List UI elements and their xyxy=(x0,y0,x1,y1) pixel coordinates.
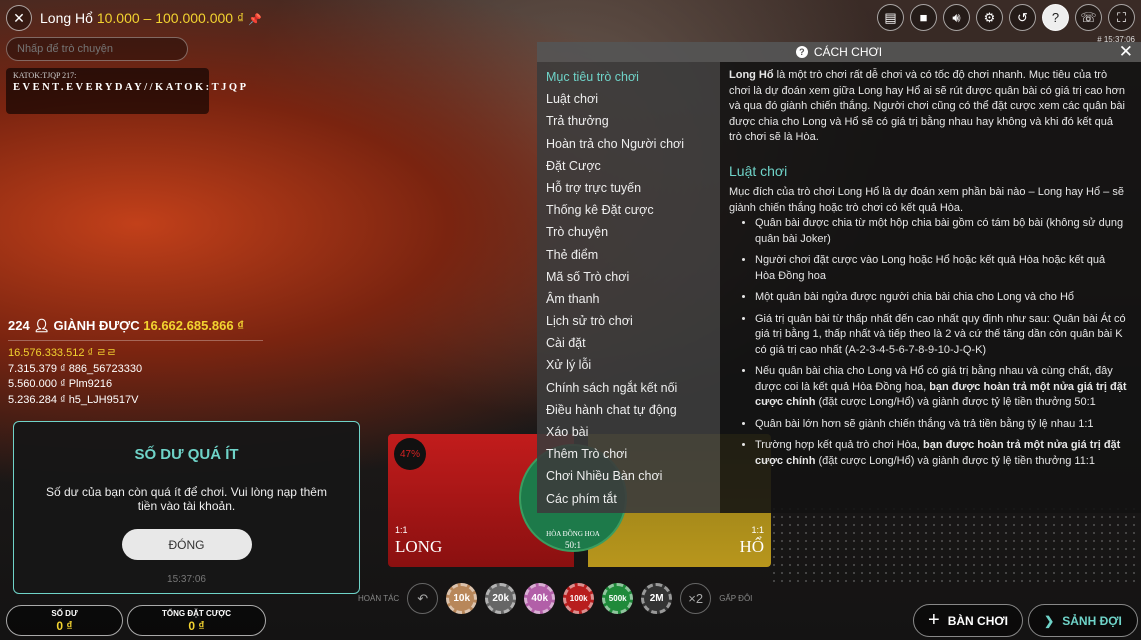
help-header: ? CÁCH CHƠI ✕ xyxy=(537,42,1141,62)
help-icon[interactable]: ? xyxy=(1042,4,1069,31)
chip[interactable]: 10k xyxy=(446,583,478,614)
rules-list: Quân bài được chia từ một hộp chia bài g… xyxy=(755,216,1127,469)
top-bar: ✕ Long Hổ 10.000 – 100.000.000 ₫ 📌 xyxy=(0,0,262,36)
video-icon[interactable]: ■ xyxy=(910,4,937,31)
roadmap xyxy=(770,505,1141,587)
close-game-button[interactable]: ✕ xyxy=(6,5,32,31)
help-menu-item[interactable]: Chính sách ngắt kết nối xyxy=(546,377,720,399)
chat-message: KATOK:TJQP 217: EVENT.EVERYDAY//KATOK:TJ… xyxy=(6,68,246,114)
game-title: Long Hổ 10.000 – 100.000.000 ₫ 📌 xyxy=(40,10,262,26)
chip-tray: HOÀN TÁC ↶ 10k 20k 40k 100k 500k 2M ×2 G… xyxy=(358,583,752,614)
bet-limits: 10.000 – 100.000.000 ₫ xyxy=(96,10,245,26)
help-menu-item[interactable]: Trả thưởng xyxy=(546,110,720,132)
winner-item: 16.576.333.512 ₫ ㄹㄹ xyxy=(8,347,117,359)
fullscreen-icon[interactable]: ⛶ xyxy=(1108,4,1135,31)
help-menu-item[interactable]: Thêm Trò chơi xyxy=(546,443,720,465)
user-icon: 👤︎ xyxy=(33,318,50,333)
help-menu-item[interactable]: Lịch sử trò chơi xyxy=(546,310,720,332)
double-button[interactable]: ×2 xyxy=(680,583,712,614)
toolbar: ▤ ■ 🔊︎ ⚙ ↺ ? ☏ ⛶ xyxy=(877,4,1135,31)
help-menu-item[interactable]: Trò chuyện xyxy=(546,221,720,243)
close-icon: ✕ xyxy=(13,9,25,26)
help-menu-item[interactable]: Xử lý lỗi xyxy=(546,354,720,376)
help-menu-item[interactable]: Điều hành chat tự động xyxy=(546,399,720,421)
low-balance-dialog: SỐ DƯ QUÁ ÍT Số dư của bạn còn quá ít để… xyxy=(13,421,360,594)
pin-icon[interactable]: 📌 xyxy=(248,14,262,26)
undo-button[interactable]: ↶ xyxy=(407,583,439,614)
dialog-time: 15:37:06 xyxy=(167,574,206,585)
tables-button[interactable]: + BÀN CHƠI xyxy=(913,604,1023,637)
long-percent: 47% xyxy=(394,438,426,470)
winners-panel: 224 👤︎ GIÀNH ĐƯỢC 16.662.685.866 ₫ 16.57… xyxy=(8,318,263,408)
help-menu-item[interactable]: Mã số Trò chơi xyxy=(546,266,720,288)
winner-item: 7.315.379 ₫ 886_56723330 xyxy=(8,362,143,375)
help-menu-item[interactable]: Hoàn trả cho Người chơi xyxy=(546,133,720,155)
dialog-message: Số dư của bạn còn quá ít để chơi. Vui lò… xyxy=(46,485,327,513)
winner-item: 5.236.284 ₫ h5_LJH9517V xyxy=(8,393,139,406)
chip[interactable]: 2M xyxy=(641,583,673,614)
lobby-icon: ❯ xyxy=(1044,613,1055,628)
chip[interactable]: 500k xyxy=(602,583,634,614)
help-menu-item[interactable]: Xáo bài xyxy=(546,421,720,443)
help-menu-item[interactable]: Các phím tắt xyxy=(546,488,720,510)
help-menu-item[interactable]: Cài đặt xyxy=(546,332,720,354)
help-menu-item[interactable]: Luật chơi xyxy=(546,88,720,110)
lobby-button[interactable]: ❯ SẢNH ĐỢI xyxy=(1028,604,1138,637)
help-menu: Mục tiêu trò chơi Luật chơi Trả thưởng Hoàn… xyxy=(537,62,720,513)
chat-icon[interactable]: ▤ xyxy=(877,4,904,31)
help-icon: ? xyxy=(795,46,808,58)
help-menu-item[interactable]: Âm thanh xyxy=(546,288,720,310)
gear-icon[interactable]: ⚙ xyxy=(976,4,1003,31)
plus-icon: + xyxy=(928,609,940,631)
close-dialog-button[interactable]: ĐÓNG xyxy=(121,529,252,560)
help-menu-item[interactable]: Đặt Cược xyxy=(546,155,720,177)
chip[interactable]: 100k xyxy=(563,583,595,614)
close-help-button[interactable]: ✕ xyxy=(1119,42,1133,62)
total-bet-display: TỔNG ĐẶT CƯỢC 0 ₫ xyxy=(127,605,266,636)
chip[interactable]: 40k xyxy=(524,583,556,614)
balance-display: SỐ DƯ 0 ₫ xyxy=(6,605,123,636)
help-menu-item[interactable]: Thống kê Đặt cược xyxy=(546,199,720,221)
support-icon[interactable]: ☏ xyxy=(1075,4,1102,31)
history-icon[interactable]: ↺ xyxy=(1009,4,1036,31)
help-menu-item[interactable]: Mục tiêu trò chơi xyxy=(546,66,720,88)
chip[interactable]: 20k xyxy=(485,583,517,614)
winner-item: 5.560.000 ₫ Plm9216 xyxy=(8,378,113,390)
chat-input[interactable] xyxy=(6,37,188,61)
dialog-title: SỐ DƯ QUÁ ÍT xyxy=(134,446,239,463)
volume-icon[interactable]: 🔊︎ xyxy=(943,4,970,31)
rules-heading: Luật chơi xyxy=(729,162,788,179)
intro-text: Long Hổ là một trò chơi rất dễ chơi và c… xyxy=(729,69,1125,143)
help-menu-item[interactable]: Thẻ điểm xyxy=(546,244,720,266)
help-content: Long Hổ là một trò chơi rất dễ chơi và c… xyxy=(720,62,1141,513)
help-menu-item[interactable]: Hỗ trợ trực tuyến xyxy=(546,177,720,199)
undo-icon: ↶ xyxy=(417,590,429,606)
help-menu-item[interactable]: Chơi Nhiều Bàn chơi xyxy=(546,465,720,487)
